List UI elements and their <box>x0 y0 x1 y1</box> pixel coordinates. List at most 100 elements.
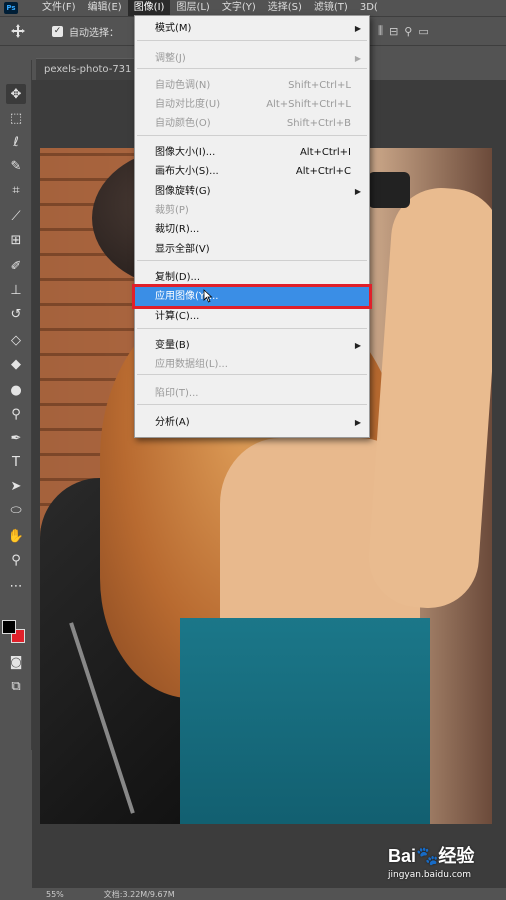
menu-item-trap[interactable]: 陷印(T)... <box>135 384 369 403</box>
document-tab[interactable]: pexels-photo-731 <box>36 58 146 80</box>
menu-item-shortcut: Shift+Ctrl+B <box>286 118 351 129</box>
menu-separator <box>137 328 367 329</box>
menu-item-label: 复制(D)... <box>155 272 201 283</box>
paint-bucket-icon[interactable]: ◆ <box>6 354 26 374</box>
menu-separator <box>137 40 367 41</box>
blur-icon[interactable]: ● <box>6 380 26 400</box>
menu-select[interactable]: 选择(S) <box>262 0 308 16</box>
menu-separator <box>137 374 367 375</box>
menu-item-calculations[interactable]: 计算(C)... <box>135 307 369 326</box>
menu-item-apply-data-set[interactable]: 应用数据组(L)... <box>135 355 369 374</box>
marquee-icon[interactable]: ⬚ <box>6 108 26 128</box>
baidu-watermark: Bai🐾经验 jingyan.baidu.com <box>388 842 500 892</box>
quick-mask-icon[interactable]: ◙ <box>6 652 26 672</box>
menu-item-apply-image[interactable]: 应用图像(Y)... <box>132 284 372 309</box>
menu-image[interactable]: 图像(I) <box>127 0 171 16</box>
submenu-arrow-icon: ▶ <box>354 418 361 427</box>
menu-item-label: 分析(A) <box>155 417 190 428</box>
submenu-arrow-icon: ▶ <box>354 24 361 33</box>
quick-select-icon[interactable]: ✎ <box>6 156 26 176</box>
brush-icon[interactable]: ✐ <box>6 256 26 276</box>
document-info: 文档:3.22M/9.67M <box>103 889 175 899</box>
menu-item-trim[interactable]: 裁切(R)... <box>135 220 369 239</box>
menu-item-shortcut: Shift+Ctrl+L <box>288 80 351 91</box>
move-tool-icon[interactable] <box>10 23 26 39</box>
menu-3d[interactable]: 3D( <box>354 0 384 16</box>
distribute-icon[interactable]: ⊟ <box>389 25 398 38</box>
eyedropper-icon[interactable]: ⟋ <box>6 206 26 226</box>
dodge-icon[interactable]: ⚲ <box>6 404 26 424</box>
menu-item-auto-color[interactable]: 自动颜色(O) Shift+Ctrl+B <box>135 114 369 133</box>
menu-item-label: 计算(C)... <box>155 311 200 322</box>
menu-separator <box>137 135 367 136</box>
menu-item-canvas-size[interactable]: 画布大小(S)... Alt+Ctrl+C <box>135 162 369 181</box>
foreground-color-swatch[interactable] <box>2 620 16 634</box>
menu-item-label: 自动颜色(O) <box>155 118 211 129</box>
menu-separator <box>137 260 367 261</box>
stamp-icon[interactable]: ⊥ <box>6 280 26 300</box>
align-controls: ⫼ ⊟ ⚲ ▭ <box>378 17 429 45</box>
menu-item-label: 应用数据组(L)... <box>155 359 228 370</box>
menu-edit[interactable]: 编辑(E) <box>82 0 128 16</box>
search-icon[interactable]: ⚲ <box>404 25 412 38</box>
menu-item-auto-contrast[interactable]: 自动对比度(U) Alt+Shift+Ctrl+L <box>135 95 369 114</box>
menu-item-label: 裁切(R)... <box>155 224 200 235</box>
screen-mode-icon[interactable]: ⧉ <box>6 676 26 696</box>
zoom-icon[interactable]: ⚲ <box>6 550 26 570</box>
menu-item-duplicate[interactable]: 复制(D)... <box>135 268 369 287</box>
submenu-arrow-icon: ▶ <box>354 341 361 350</box>
menu-item-label: 调整(J) <box>155 53 186 64</box>
menu-item-auto-tone[interactable]: 自动色调(N) Shift+Ctrl+L <box>135 76 369 95</box>
crop-icon[interactable]: ⌗ <box>6 180 26 200</box>
menu-item-label: 图像旋转(G) <box>155 186 211 197</box>
menu-item-adjustments[interactable]: 调整(J) ▶ <box>135 49 369 68</box>
menu-item-label: 显示全部(V) <box>155 244 210 255</box>
mouse-cursor-icon <box>203 289 213 303</box>
workspace-icon[interactable]: ▭ <box>418 25 428 38</box>
watermark-url: jingyan.baidu.com <box>388 870 472 880</box>
menu-item-label: 模式(M) <box>155 23 192 34</box>
menu-file[interactable]: 文件(F) <box>36 0 82 16</box>
tools-panel: ✥ ⬚ ℓ ✎ ⌗ ⟋ ⊞ ✐ ⊥ ↺ ◇ ◆ ● ⚲ ✒ T ➤ ⬭ ✋ ⚲ … <box>0 60 32 750</box>
photoshop-window: Ps 文件(F) 编辑(E) 图像(I) 图层(L) 文字(Y) 选择(S) 滤… <box>0 0 506 900</box>
menu-layer[interactable]: 图层(L) <box>170 0 215 16</box>
more-tools-icon[interactable]: ⋯ <box>6 576 26 596</box>
menu-item-label: 陷印(T)... <box>155 388 199 399</box>
menu-item-shortcut: Alt+Shift+Ctrl+L <box>266 99 351 110</box>
auto-select-label: 自动选择： <box>69 27 119 39</box>
healing-brush-icon[interactable]: ⊞ <box>6 230 26 250</box>
menu-item-shortcut: Alt+Ctrl+I <box>299 147 351 158</box>
menu-item-mode[interactable]: 模式(M) ▶ <box>135 19 369 38</box>
menu-item-image-rotation[interactable]: 图像旋转(G) ▶ <box>135 182 369 201</box>
menu-item-analysis[interactable]: 分析(A) ▶ <box>135 413 369 432</box>
menu-item-crop[interactable]: 裁剪(P) <box>135 201 369 220</box>
menu-item-reveal-all[interactable]: 显示全部(V) <box>135 240 369 259</box>
menu-filter[interactable]: 滤镜(T) <box>308 0 354 16</box>
lasso-icon[interactable]: ℓ <box>6 132 26 152</box>
menu-item-shortcut: Alt+Ctrl+C <box>295 166 351 177</box>
menu-item-label: 变量(B) <box>155 340 190 351</box>
hand-icon[interactable]: ✋ <box>6 526 26 546</box>
photoshop-logo-icon: Ps <box>4 2 18 14</box>
zoom-level[interactable]: 55% <box>46 890 64 899</box>
image-menu-dropdown: 模式(M) ▶ 调整(J) ▶ 自动色调(N) Shift+Ctrl+L 自动对比度(U) A… <box>132 15 372 438</box>
menu-item-image-size[interactable]: 图像大小(I)... Alt+Ctrl+I <box>135 143 369 162</box>
type-icon[interactable]: T <box>6 452 26 472</box>
move-icon[interactable]: ✥ <box>6 84 26 104</box>
menu-item-label: 裁剪(P) <box>155 205 189 216</box>
menu-item-variables[interactable]: 变量(B) ▶ <box>135 336 369 355</box>
pen-icon[interactable]: ✒ <box>6 428 26 448</box>
menu-item-label: 自动对比度(U) <box>155 99 221 110</box>
auto-select-checkbox[interactable]: ✓ <box>52 25 63 37</box>
menu-separator <box>137 68 367 69</box>
history-brush-icon[interactable]: ↺ <box>6 304 26 324</box>
menu-item-label: 画布大小(S)... <box>155 166 219 177</box>
align-icon[interactable]: ⫼ <box>378 24 383 38</box>
menu-bar: Ps 文件(F) 编辑(E) 图像(I) 图层(L) 文字(Y) 选择(S) 滤… <box>0 0 506 16</box>
eraser-icon[interactable]: ◇ <box>6 330 26 350</box>
submenu-arrow-icon: ▶ <box>354 187 361 196</box>
menu-item-label: 自动色调(N) <box>155 80 211 91</box>
shape-icon[interactable]: ⬭ <box>6 500 26 520</box>
path-select-icon[interactable]: ➤ <box>6 476 26 496</box>
menu-type[interactable]: 文字(Y) <box>216 0 262 16</box>
